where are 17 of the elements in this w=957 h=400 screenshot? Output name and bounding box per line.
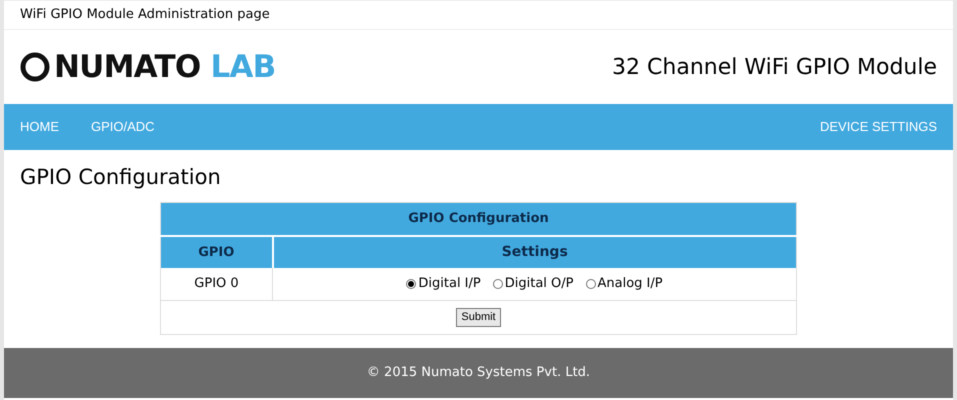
logo-icon bbox=[20, 52, 50, 82]
radio-option[interactable]: Digital I/P bbox=[406, 274, 481, 294]
radio-option[interactable]: Digital O/P bbox=[492, 274, 574, 294]
submit-button[interactable]: Submit bbox=[456, 308, 501, 327]
radio-button[interactable] bbox=[492, 278, 503, 289]
table-cell: GPIO 0 bbox=[160, 268, 272, 300]
radio-button[interactable] bbox=[586, 278, 596, 289]
header-title: 32 Channel WiFi GPIO Module bbox=[612, 54, 937, 82]
window-title: WiFi GPIO Module Administration page bbox=[20, 6, 270, 24]
page-heading: GPIO Configuration bbox=[20, 164, 222, 191]
radio-option[interactable]: Analog I/P bbox=[586, 274, 663, 294]
column-header: GPIO bbox=[160, 236, 272, 268]
logo-text: NUMATO LAB bbox=[54, 52, 276, 82]
footer-text: © 2015 Numato Systems Pvt. Ltd. bbox=[366, 364, 590, 382]
table-title: GPIO Configuration bbox=[160, 202, 796, 236]
column-header: Settings bbox=[272, 236, 796, 268]
radio-button[interactable] bbox=[406, 278, 416, 289]
